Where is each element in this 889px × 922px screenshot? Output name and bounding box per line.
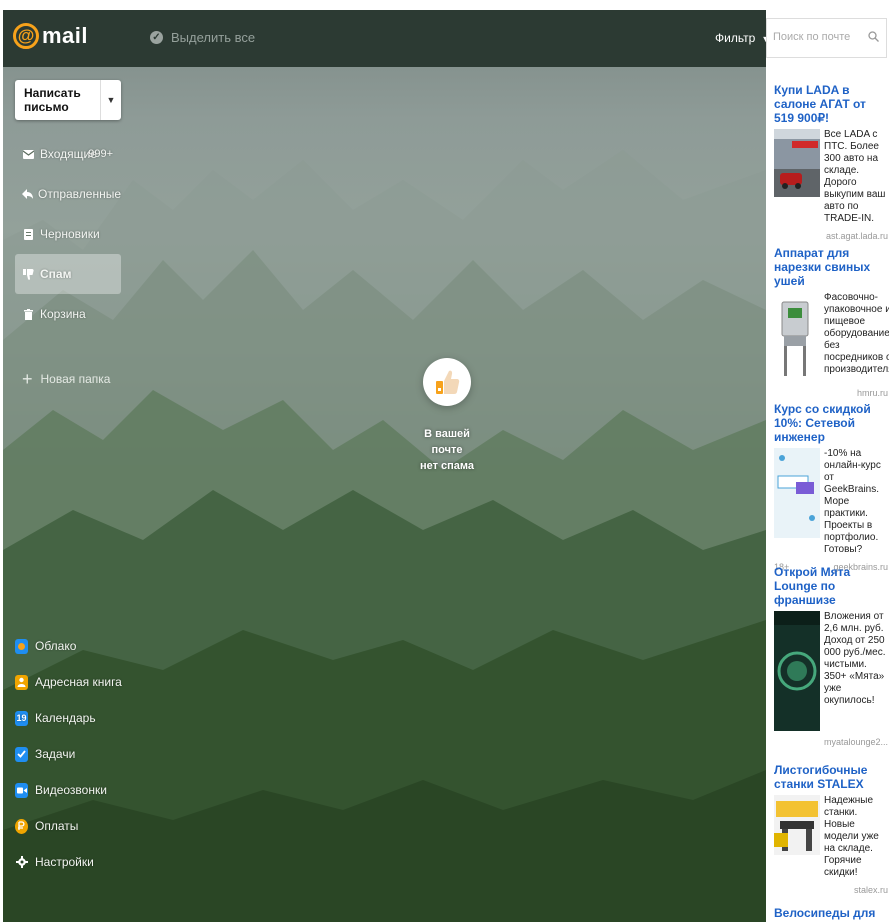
app-label: Настройки <box>35 855 94 869</box>
empty-message: В вашей почте нет спама <box>412 426 482 474</box>
ad-text: Вложения от 2,6 млн. руб. Доход от 250 0… <box>824 611 886 706</box>
app-label: Видеозвонки <box>35 783 107 797</box>
folder-label: Корзина <box>40 307 86 321</box>
folder-list: Входящие 999+ Отправленные Черновики Спа… <box>15 134 121 334</box>
payments-icon <box>15 818 28 834</box>
compose-label: Написать письмо <box>24 86 81 114</box>
folder-trash[interactable]: Корзина <box>15 294 121 334</box>
ad-text: Фасовочно-упаковочное и пищевое оборудов… <box>824 292 889 375</box>
folder-sent[interactable]: Отправленные <box>15 174 121 214</box>
ad-title[interactable]: Купи LADA в салоне АГАТ от 519 900₽! <box>774 83 888 125</box>
ad-domain[interactable]: myatalounge2... <box>774 737 888 747</box>
thumbs-up-icon <box>423 358 471 406</box>
check-circle-icon: ✓ <box>150 31 163 44</box>
app-label: Оплаты <box>35 819 79 833</box>
ad-image-press-brake[interactable] <box>774 795 820 855</box>
ad-domain[interactable]: stalex.ru <box>774 885 888 895</box>
reply-icon <box>22 188 33 201</box>
app-contacts[interactable]: Адресная книга <box>15 664 135 700</box>
ad-title[interactable]: Курс со скидкой 10%: Сетевой инженер <box>774 402 888 444</box>
right-column: Купи LADA в салоне АГАТ от 519 900₽! Все… <box>766 10 889 922</box>
compose-button[interactable]: Написать письмо ▼ <box>15 80 121 120</box>
app-payments[interactable]: Оплаты <box>15 808 135 844</box>
app-calendar[interactable]: 19 Календарь <box>15 700 135 736</box>
app-tasks[interactable]: Задачи <box>15 736 135 772</box>
search-input[interactable] <box>767 19 868 55</box>
new-folder-button[interactable]: + Новая папка <box>22 370 110 388</box>
ad-image-course[interactable] <box>774 448 820 538</box>
empty-message-line1: В вашей почте <box>424 428 470 456</box>
ad-image-lounge[interactable] <box>774 611 820 731</box>
ad-domain[interactable]: hmru.ru <box>774 388 888 398</box>
app-label: Задачи <box>35 747 76 761</box>
top-header: @ mail ✓ Выделить все Фильтр▼ <box>3 10 770 67</box>
video-icon <box>15 782 28 798</box>
app-video[interactable]: Видеозвонки <box>15 772 135 808</box>
thumbs-down-icon <box>22 268 35 281</box>
filter-label: Фильтр <box>715 31 756 45</box>
app-cloud[interactable]: Облако <box>15 628 135 664</box>
app-label: Календарь <box>35 711 96 725</box>
folder-spam[interactable]: Спам <box>15 254 121 294</box>
folder-label: Отправленные <box>38 187 122 201</box>
compose-dropdown-icon[interactable]: ▼ <box>100 80 121 120</box>
gear-icon <box>15 855 28 870</box>
app-label: Облако <box>35 639 77 653</box>
ad-block[interactable]: Курс со скидкой 10%: Сетевой инженер -10… <box>774 402 888 576</box>
ad-title[interactable]: Аппарат для нарезки свиных ушей <box>774 246 888 288</box>
new-folder-label: Новая папка <box>40 372 111 386</box>
tasks-icon <box>15 746 28 762</box>
at-logo-icon: @ <box>13 23 39 49</box>
ad-text: -10% на онлайн-курс от GeekBrains. Море … <box>824 448 881 555</box>
ad-text: Надежные станки. Новые модели уже на скл… <box>824 795 879 878</box>
empty-message-line2: нет спама <box>419 460 475 472</box>
top-strip <box>0 0 889 10</box>
app-label: Адресная книга <box>35 675 122 689</box>
calendar-icon: 19 <box>15 710 28 726</box>
ad-block[interactable]: Аппарат для нарезки свиных ушей Фасовочн… <box>774 246 889 398</box>
empty-spam-state: В вашей почте нет спама <box>412 358 482 474</box>
draft-icon <box>22 228 35 241</box>
ad-text: Все LADA с ПТС. Более 300 авто на складе… <box>824 129 886 224</box>
select-all-label: Выделить все <box>171 30 256 45</box>
ad-block[interactable]: Велосипеды для детей и <box>774 906 888 922</box>
ad-image-machine[interactable] <box>774 292 820 382</box>
ad-title[interactable]: Открой Мята Lounge по франшизе <box>774 565 888 607</box>
folder-label: Спам <box>40 267 72 281</box>
ad-title[interactable]: Велосипеды для детей и <box>774 906 888 922</box>
plus-icon: + <box>22 369 33 389</box>
ad-block[interactable]: Листогибочные станки STALEX Надежные ста… <box>774 763 888 895</box>
logo-text: mail <box>42 23 89 48</box>
trash-icon <box>22 308 35 321</box>
search-icon[interactable] <box>868 30 879 45</box>
contacts-icon <box>15 674 28 690</box>
ad-image-car-dealership[interactable] <box>774 129 820 197</box>
ad-domain[interactable]: ast.agat.lada.ru <box>774 231 888 241</box>
envelope-icon <box>22 148 35 161</box>
app-settings[interactable]: Настройки <box>15 844 135 880</box>
apps-list: Облако Адресная книга 19 Календарь Задач… <box>15 628 135 880</box>
search-box[interactable] <box>766 18 887 58</box>
folder-inbox[interactable]: Входящие 999+ <box>15 134 121 174</box>
filter-button[interactable]: Фильтр▼ <box>715 31 770 45</box>
ad-block[interactable]: Купи LADA в салоне АГАТ от 519 900₽! Все… <box>774 83 888 241</box>
cloud-icon <box>15 638 28 654</box>
unread-count: 999+ <box>88 148 113 160</box>
ad-block[interactable]: Открой Мята Lounge по франшизе Вложения … <box>774 565 888 747</box>
folder-label: Черновики <box>40 227 100 241</box>
mail-logo[interactable]: @ mail <box>13 23 88 49</box>
folder-drafts[interactable]: Черновики <box>15 214 121 254</box>
ad-title[interactable]: Листогибочные станки STALEX <box>774 763 888 791</box>
select-all-button[interactable]: ✓ Выделить все <box>150 30 255 45</box>
